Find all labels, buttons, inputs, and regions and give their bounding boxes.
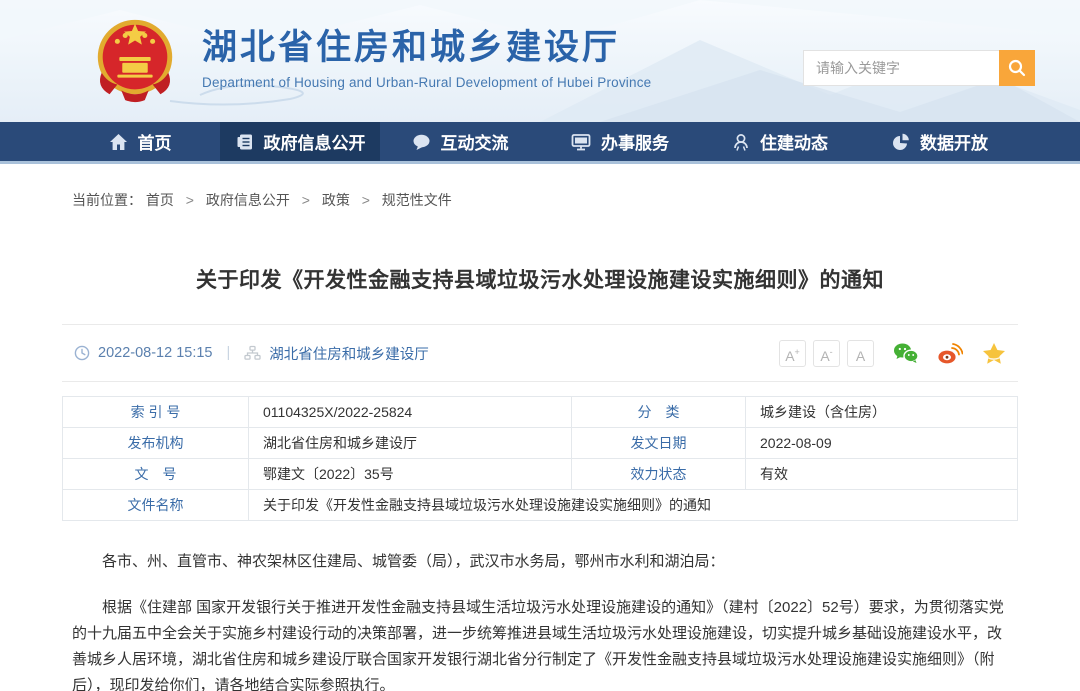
share-wechat-button[interactable] [893,342,919,364]
body-paragraph-main: 根据《住建部 国家开发银行关于推进开发性金融支持县域生活垃圾污水处理设施建设的通… [72,595,1008,691]
person-icon [732,133,750,151]
font-btn-label: A [856,349,865,363]
article-meta-right: A+ A- A [772,340,1006,367]
site-search [803,50,1035,86]
info-label-issue-date: 发文日期 [572,428,746,459]
source-link[interactable]: 湖北省住房和城乡建设厅 [269,343,429,364]
font-decrease-button[interactable]: A- [813,340,840,367]
nav-item-gov-info[interactable]: 政府信息公开 [220,122,380,161]
info-label-index-number: 索 引 号 [63,397,249,428]
font-btn-label: A [785,349,794,363]
info-value-issue-date: 2022-08-09 [746,428,1018,459]
nav-label: 首页 [138,129,172,154]
info-label-doc-name: 文件名称 [63,490,249,521]
monitor-icon [571,133,591,151]
font-btn-sup: + [795,348,800,357]
body-paragraph-addressee: 各市、州、直管市、神农架林区住建局、城管委（局），武汉市水务局，鄂州市水利和湖泊… [72,549,1008,575]
site-header: 湖北省住房和城乡建设厅 Department of Housing and Ur… [0,0,1080,122]
table-row: 索 引 号 01104325X/2022-25824 分 类 城乡建设（含住房） [63,397,1018,428]
info-label-doc-number: 文 号 [63,459,249,490]
breadcrumb-separator: > [186,192,194,208]
document-info-table: 索 引 号 01104325X/2022-25824 分 类 城乡建设（含住房）… [62,396,1018,521]
qzone-star-icon [982,342,1006,365]
breadcrumb-item-normative-docs[interactable]: 规范性文件 [382,192,452,208]
main-nav: 首页 政府信息公开 互动交流 办事服务 [0,122,1080,164]
nav-item-home[interactable]: 首页 [60,122,220,161]
info-value-category: 城乡建设（含住房） [746,397,1018,428]
font-btn-sup: - [830,348,833,357]
pie-chart-icon [892,133,910,151]
search-input[interactable] [803,50,999,86]
sitemap-icon [244,345,261,361]
info-label-issuing-agency: 发布机构 [63,428,249,459]
chat-icon [412,133,431,151]
breadcrumb-item-gov-info[interactable]: 政府信息公开 [206,192,290,208]
article-title: 关于印发《开发性金融支持县域垃圾污水处理设施建设实施细则》的通知 [72,264,1008,294]
nav-item-data[interactable]: 数据开放 [860,122,1020,161]
info-label-validity-status: 效力状态 [572,459,746,490]
breadcrumb-separator: > [362,192,370,208]
info-value-issuing-agency: 湖北省住房和城乡建设厅 [249,428,572,459]
nav-label: 数据开放 [920,129,988,154]
search-icon [1007,58,1027,78]
home-icon [109,133,128,151]
font-btn-label: A [820,349,829,363]
article-meta-left: 2022-08-12 15:15 | 湖北省住房和城乡建设厅 [74,343,429,364]
meta-divider: | [227,345,231,361]
share-weibo-button[interactable] [938,342,963,364]
article-meta-section: 2022-08-12 15:15 | 湖北省住房和城乡建设厅 A+ A- A [62,324,1018,382]
info-value-index-number: 01104325X/2022-25824 [249,397,572,428]
weibo-icon [938,342,963,364]
national-emblem-logo [88,12,182,106]
article-body: 各市、州、直管市、神农架林区住建局、城管委（局），武汉市水务局，鄂州市水利和湖泊… [72,549,1008,691]
table-row: 文 号 鄂建文〔2022〕35号 效力状态 有效 [63,459,1018,490]
table-row: 发布机构 湖北省住房和城乡建设厅 发文日期 2022-08-09 [63,428,1018,459]
nav-item-interaction[interactable]: 互动交流 [380,122,540,161]
publish-date: 2022-08-12 15:15 [98,345,213,361]
font-increase-button[interactable]: A+ [779,340,806,367]
breadcrumb-item-home[interactable]: 首页 [146,192,174,208]
info-label-category: 分 类 [572,397,746,428]
breadcrumb-label: 当前位置： [72,192,142,208]
site-title: 湖北省住房和城乡建设厅 [202,28,651,68]
nav-label: 办事服务 [601,129,669,154]
breadcrumb-item-policy[interactable]: 政策 [322,192,350,208]
info-value-doc-name: 关于印发《开发性金融支持县域垃圾污水处理设施建设实施细则》的通知 [249,490,1018,521]
nav-item-services[interactable]: 办事服务 [540,122,700,161]
clock-icon [74,345,90,361]
share-qzone-button[interactable] [982,342,1006,365]
table-row: 文件名称 关于印发《开发性金融支持县域垃圾污水处理设施建设实施细则》的通知 [63,490,1018,521]
site-brand-link[interactable]: 湖北省住房和城乡建设厅 Department of Housing and Ur… [88,12,651,106]
nav-label: 住建动态 [760,129,828,154]
breadcrumb-separator: > [302,192,310,208]
info-value-doc-number: 鄂建文〔2022〕35号 [249,459,572,490]
brand-text: 湖北省住房和城乡建设厅 Department of Housing and Ur… [202,28,651,90]
search-button[interactable] [999,50,1035,86]
info-value-validity-status: 有效 [746,459,1018,490]
nav-label: 互动交流 [441,129,509,154]
document-icon [235,133,254,151]
wechat-icon [893,342,919,364]
site-subtitle: Department of Housing and Urban-Rural De… [202,75,651,90]
nav-label: 政府信息公开 [264,129,366,154]
breadcrumb: 当前位置： 首页 > 政府信息公开 > 政策 > 规范性文件 [62,164,1018,220]
nav-item-news[interactable]: 住建动态 [700,122,860,161]
font-reset-button[interactable]: A [847,340,874,367]
